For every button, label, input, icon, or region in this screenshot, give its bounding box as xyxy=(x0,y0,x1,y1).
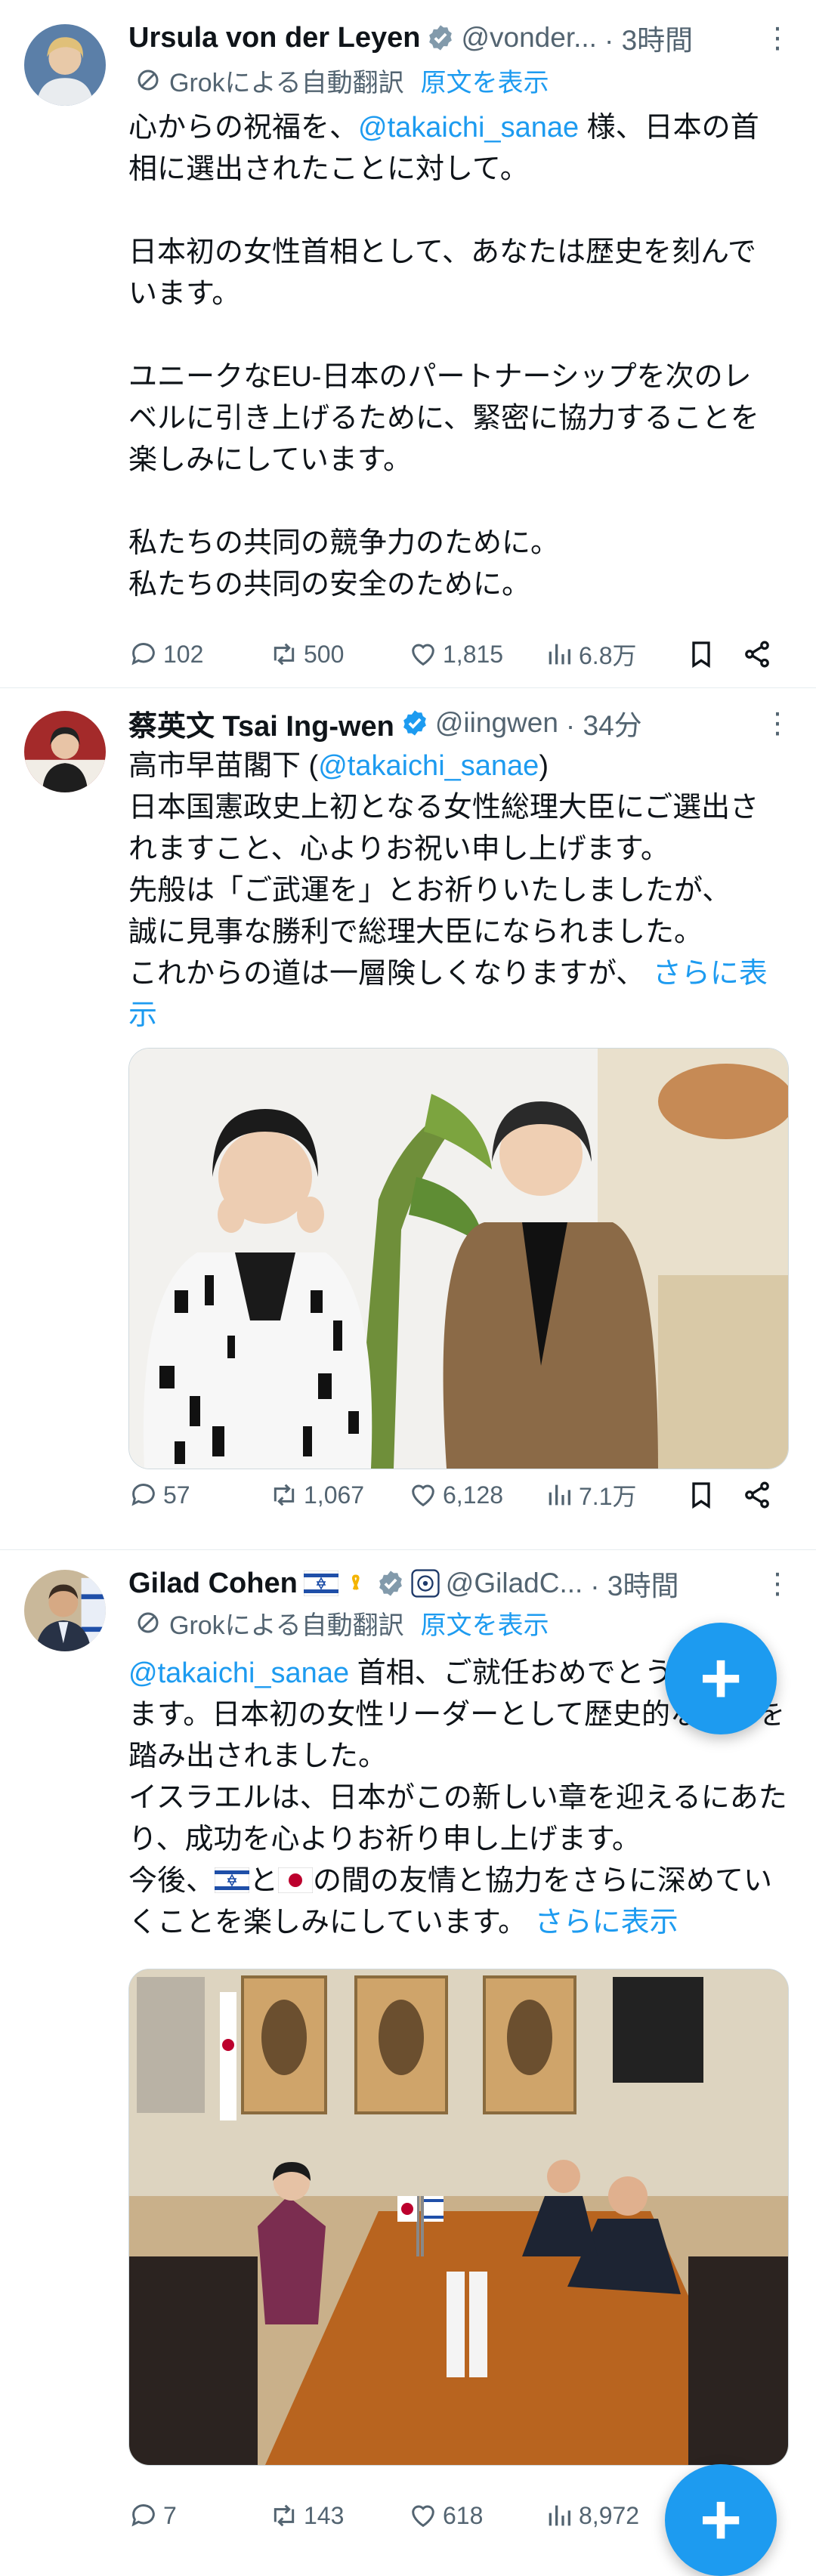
translate-label: Grokによる自動翻訳 xyxy=(169,68,404,97)
translate-icon xyxy=(138,69,159,91)
share-button[interactable] xyxy=(742,639,777,669)
author-handle[interactable]: @GiladC... xyxy=(446,1568,583,1599)
bar-chart-icon xyxy=(549,644,570,665)
avatar[interactable] xyxy=(24,1570,106,1651)
share-icon xyxy=(745,1481,769,1509)
like-button[interactable]: 618 xyxy=(408,2500,483,2531)
views-button[interactable]: 7.1万 xyxy=(544,1478,637,1512)
verified-gray-icon xyxy=(379,1571,402,1596)
more-options-icon[interactable]: ⋮ xyxy=(763,1567,792,1601)
bar-chart-icon xyxy=(549,2505,570,2526)
tweet-header: 蔡英文 Tsai Ing-wen @iingwen · 34分 xyxy=(128,699,778,747)
author-handle[interactable]: @iingwen xyxy=(435,707,558,739)
show-original-link[interactable]: 原文を表示 xyxy=(421,1605,549,1642)
photo-two-women xyxy=(129,1049,788,1469)
israel-flag-icon xyxy=(214,1867,250,1894)
heart-icon xyxy=(412,1484,434,1507)
reply-button[interactable]: 57 xyxy=(128,1480,190,1510)
like-button[interactable]: 6,128 xyxy=(408,1480,503,1510)
tweet-text: 高市早苗閣下 (@takaichi_sanae) 日本国憲政史上初となる女性総理… xyxy=(128,750,768,1031)
bookmark-button[interactable] xyxy=(686,639,721,669)
heart-icon xyxy=(412,644,434,666)
bookmark-icon xyxy=(692,1482,710,1509)
views-button[interactable]: 8,972 xyxy=(544,2500,639,2531)
share-icon xyxy=(745,641,769,668)
tweet-photo[interactable] xyxy=(128,1048,789,1469)
show-more-link[interactable]: さらに表示 xyxy=(535,1907,678,1938)
tweet-photo[interactable] xyxy=(128,1969,789,2466)
action-bar: 102 500 1,815 6.8万 xyxy=(128,633,792,675)
bookmark-icon xyxy=(692,641,710,669)
tweet-tsai[interactable]: 蔡英文 Tsai Ing-wen @iingwen · 34分 ⋮ 高市早苗閣下… xyxy=(0,688,816,1550)
auto-translate-bar: Grokによる自動翻訳 原文を表示 xyxy=(134,59,549,101)
retweet-icon xyxy=(274,643,295,666)
mention-link[interactable]: @takaichi_sanae xyxy=(318,750,539,782)
retweet-button[interactable]: 500 xyxy=(269,639,344,669)
bar-chart-icon xyxy=(549,1484,570,1506)
action-bar: 57 1,067 6,128 7.1万 xyxy=(128,1474,792,1516)
plus-icon: + xyxy=(699,2479,743,2560)
reply-button[interactable]: 102 xyxy=(128,639,203,669)
author-name[interactable]: Gilad Cohen xyxy=(128,1568,298,1600)
israel-flag-icon xyxy=(303,1571,338,1596)
timestamp[interactable]: · 3時間 xyxy=(590,1563,678,1604)
japan-flag-icon xyxy=(277,1867,314,1894)
author-name[interactable]: 蔡英文 Tsai Ing-wen xyxy=(128,703,394,744)
avatar[interactable] xyxy=(24,711,106,792)
verified-blue-icon xyxy=(403,710,426,736)
retweet-button[interactable]: 143 xyxy=(269,2500,344,2531)
compose-fab-button[interactable]: + xyxy=(665,1623,777,1734)
bookmark-button[interactable] xyxy=(686,1480,721,1510)
tweet-ursula[interactable]: Ursula von der Leyen @vonder... · 3時間 ⋮ … xyxy=(0,0,816,688)
author-name[interactable]: Ursula von der Leyen xyxy=(128,22,420,54)
photo-meeting-room xyxy=(129,1969,788,2465)
auto-translate-bar: Grokによる自動翻訳 原文を表示 xyxy=(134,1602,549,1644)
avatar[interactable] xyxy=(24,24,106,106)
timestamp[interactable]: · 3時間 xyxy=(604,17,693,58)
tweet-header: Ursula von der Leyen @vonder... · 3時間 xyxy=(128,14,778,62)
translate-icon xyxy=(138,1612,159,1633)
verified-gray-icon xyxy=(429,25,453,51)
heart-icon xyxy=(412,2505,434,2528)
timestamp[interactable]: · 34分 xyxy=(566,703,642,743)
plus-icon: + xyxy=(699,1638,743,1719)
tweet-text: 心からの祝福を、@takaichi_sanae 様、日本の首相に選出されたことに… xyxy=(128,112,759,601)
more-options-icon[interactable]: ⋮ xyxy=(763,21,792,55)
like-button[interactable]: 1,815 xyxy=(408,639,503,669)
tweet-header: Gilad Cohen @GiladC... · 3時間 xyxy=(128,1559,778,1608)
mention-link[interactable]: @takaichi_sanae xyxy=(358,112,579,144)
retweet-button[interactable]: 1,067 xyxy=(269,1480,364,1510)
reply-icon xyxy=(131,643,155,666)
affiliate-badge-icon xyxy=(411,1569,440,1598)
mention-link[interactable]: @takaichi_sanae xyxy=(128,1657,349,1689)
reply-button[interactable]: 7 xyxy=(128,2500,177,2531)
compose-fab-button-lower[interactable]: + xyxy=(665,2464,777,2576)
share-button[interactable] xyxy=(742,1480,777,1510)
retweet-icon xyxy=(274,2504,295,2527)
retweet-icon xyxy=(274,1484,295,1506)
more-options-icon[interactable]: ⋮ xyxy=(763,706,792,740)
translate-label: Grokによる自動翻訳 xyxy=(169,1611,404,1640)
author-handle[interactable]: @vonder... xyxy=(461,22,597,54)
reply-icon xyxy=(131,2504,155,2527)
reply-icon xyxy=(131,1484,155,1506)
yellow-ribbon-icon xyxy=(351,1574,360,1590)
show-original-link[interactable]: 原文を表示 xyxy=(421,62,549,99)
views-button[interactable]: 6.8万 xyxy=(544,637,637,672)
